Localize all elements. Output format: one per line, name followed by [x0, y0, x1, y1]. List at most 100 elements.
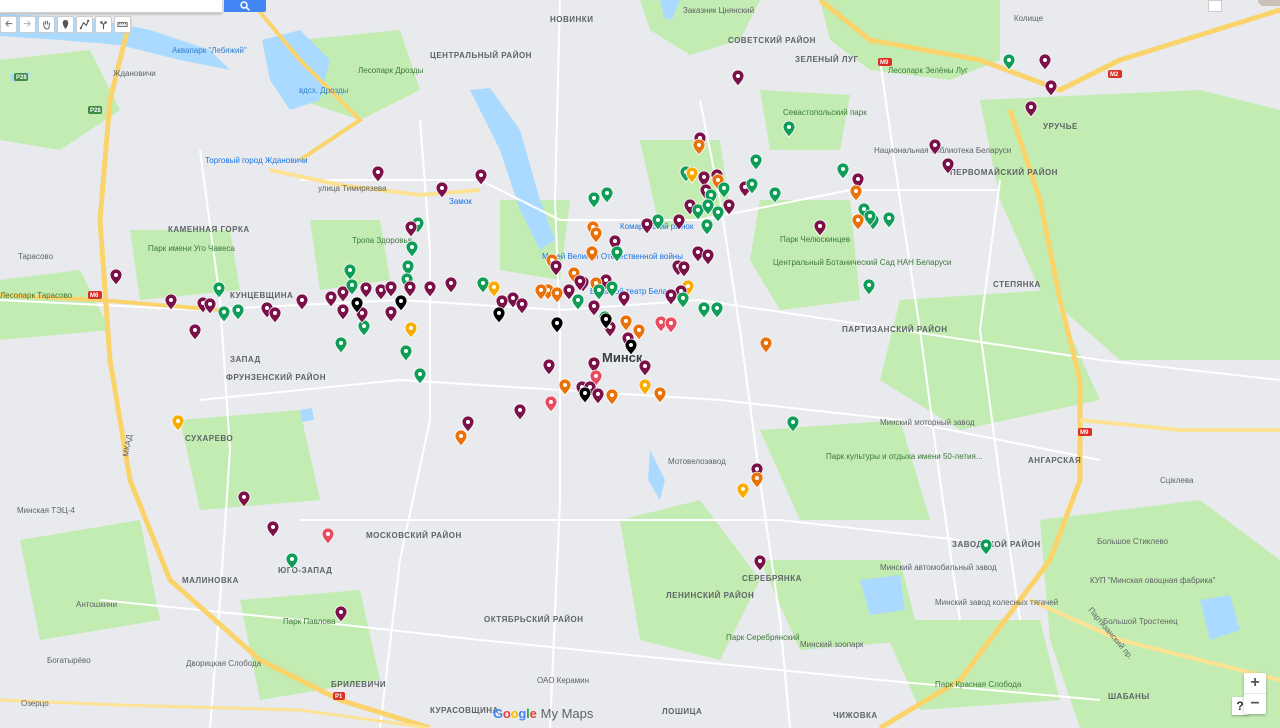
map-marker[interactable] [632, 323, 646, 341]
map-marker[interactable] [736, 482, 750, 500]
map-marker[interactable] [404, 321, 418, 339]
map-marker[interactable] [1024, 100, 1038, 118]
account-avatar[interactable] [1258, 0, 1280, 6]
map-marker[interactable] [550, 316, 564, 334]
map-marker[interactable] [359, 281, 373, 299]
map-marker[interactable] [710, 301, 724, 319]
search-button[interactable] [224, 0, 266, 12]
map-marker[interactable] [605, 280, 619, 298]
map-marker[interactable] [571, 293, 585, 311]
map-marker[interactable] [979, 538, 993, 556]
map-marker[interactable] [1002, 53, 1016, 71]
map-marker[interactable] [542, 358, 556, 376]
zoom-in-button[interactable]: + [1244, 673, 1266, 693]
map-marker[interactable] [578, 386, 592, 404]
map-marker[interactable] [268, 306, 282, 324]
map-marker[interactable] [685, 166, 699, 184]
map-marker[interactable] [474, 168, 488, 186]
map-marker[interactable] [653, 386, 667, 404]
pan-tool-button[interactable] [38, 15, 55, 33]
map-marker[interactable] [413, 367, 427, 385]
map-marker[interactable] [357, 319, 371, 337]
map-marker[interactable] [882, 211, 896, 229]
map-marker[interactable] [394, 294, 408, 312]
map-marker[interactable] [423, 280, 437, 298]
map-marker[interactable] [759, 336, 773, 354]
map-marker[interactable] [587, 191, 601, 209]
map-marker[interactable] [610, 245, 624, 263]
map-marker[interactable] [454, 429, 468, 447]
map-marker[interactable] [231, 303, 245, 321]
map-marker[interactable] [399, 344, 413, 362]
redo-button[interactable] [19, 15, 36, 33]
map-marker[interactable] [711, 205, 725, 223]
map-marker[interactable] [534, 283, 548, 301]
map-marker[interactable] [1044, 79, 1058, 97]
map-marker[interactable] [624, 338, 638, 356]
map-marker[interactable] [444, 276, 458, 294]
map-marker[interactable] [403, 280, 417, 298]
map-marker[interactable] [405, 240, 419, 258]
map-marker[interactable] [849, 184, 863, 202]
map-marker[interactable] [836, 162, 850, 180]
map-marker[interactable] [550, 286, 564, 304]
draw-line-button[interactable] [76, 15, 93, 33]
map-marker[interactable] [515, 297, 529, 315]
map-marker[interactable] [371, 165, 385, 183]
map-marker[interactable] [334, 336, 348, 354]
search-input[interactable] [0, 0, 222, 13]
add-marker-button[interactable] [57, 15, 74, 33]
map-marker[interactable] [782, 120, 796, 138]
zoom-out-button[interactable]: − [1244, 693, 1266, 714]
map-marker[interactable] [749, 153, 763, 171]
map-marker[interactable] [592, 283, 606, 301]
map-type-button[interactable] [1208, 0, 1222, 12]
map-marker[interactable] [700, 218, 714, 236]
map-marker[interactable] [321, 527, 335, 545]
map-marker[interactable] [404, 220, 418, 238]
map-marker[interactable] [928, 138, 942, 156]
map-marker[interactable] [266, 520, 280, 538]
map-marker[interactable] [786, 415, 800, 433]
map-marker[interactable] [753, 554, 767, 572]
map-marker[interactable] [941, 157, 955, 175]
map-marker[interactable] [336, 303, 350, 321]
map-marker[interactable] [544, 395, 558, 413]
map-marker[interactable] [701, 248, 715, 266]
map-marker[interactable] [640, 217, 654, 235]
map-marker[interactable] [558, 378, 572, 396]
map-marker[interactable] [851, 213, 865, 231]
map-marker[interactable] [697, 301, 711, 319]
map-marker[interactable] [285, 552, 299, 570]
map-marker[interactable] [513, 403, 527, 421]
map-marker[interactable] [384, 305, 398, 323]
map-marker[interactable] [343, 263, 357, 281]
map-marker[interactable] [164, 293, 178, 311]
map-marker[interactable] [188, 323, 202, 341]
map-marker[interactable] [617, 290, 631, 308]
map-marker[interactable] [203, 297, 217, 315]
map-marker[interactable] [295, 293, 309, 311]
map-marker[interactable] [638, 359, 652, 377]
map-marker[interactable] [651, 213, 665, 231]
map-marker[interactable] [676, 291, 690, 309]
map-marker[interactable] [722, 198, 736, 216]
map-marker[interactable] [638, 378, 652, 396]
map-marker[interactable] [549, 259, 563, 277]
measure-button[interactable] [114, 15, 131, 33]
map-marker[interactable] [585, 245, 599, 263]
map-marker[interactable] [476, 276, 490, 294]
map-marker[interactable] [750, 471, 764, 489]
map-marker[interactable] [600, 186, 614, 204]
map-marker[interactable] [492, 306, 506, 324]
map-marker[interactable] [237, 490, 251, 508]
undo-button[interactable] [0, 15, 17, 33]
map-marker[interactable] [768, 186, 782, 204]
map-marker[interactable] [171, 414, 185, 432]
map-marker[interactable] [212, 281, 226, 299]
map-marker[interactable] [334, 605, 348, 623]
directions-button[interactable] [95, 15, 112, 33]
map-marker[interactable] [384, 280, 398, 298]
map-marker[interactable] [664, 288, 678, 306]
map-marker[interactable] [692, 138, 706, 156]
